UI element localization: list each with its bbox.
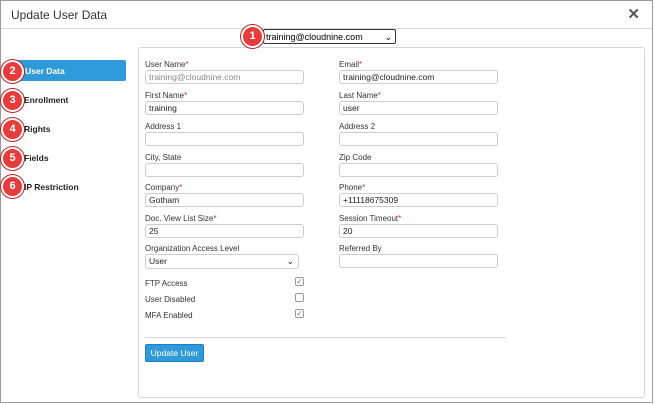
- session-timeout-label: Session Timeout*: [339, 214, 402, 223]
- ftp-access-label: FTP Access: [145, 279, 188, 288]
- user-disabled-checkbox[interactable]: [295, 293, 304, 302]
- close-icon[interactable]: ✕: [627, 5, 640, 23]
- step-marker-3: 3: [1, 89, 24, 112]
- city-state-field[interactable]: [145, 163, 304, 177]
- org-access-level-label: Organization Access Level: [145, 244, 240, 253]
- chevron-down-icon: ⌄: [286, 256, 294, 266]
- city-state-label: City, State: [145, 153, 182, 162]
- email-field[interactable]: training@cloudnine.com: [339, 70, 498, 84]
- dialog-titlebar: Update User Data ✕: [1, 1, 652, 29]
- first-name-label: First Name*: [145, 91, 188, 100]
- chevron-down-icon: ⌄: [384, 32, 392, 42]
- step-marker-6: 6: [1, 175, 24, 198]
- address1-field[interactable]: [145, 132, 304, 146]
- user-select-value: training@cloudnine.com: [266, 32, 363, 42]
- address1-label: Address 1: [145, 122, 182, 131]
- sidebar-item-label: User Data: [25, 66, 65, 76]
- sidebar-item-enrollment[interactable]: Enrollment: [24, 95, 68, 105]
- user-select[interactable]: training@cloudnine.com ⌄: [263, 29, 396, 44]
- ftp-access-checkbox[interactable]: ✓: [295, 277, 304, 286]
- address2-label: Address 2: [339, 122, 376, 131]
- user-name-label: User Name*: [145, 60, 189, 69]
- first-name-field[interactable]: training: [145, 101, 304, 115]
- company-field[interactable]: Gotham: [145, 193, 304, 207]
- sidebar-item-fields[interactable]: Fields: [24, 153, 49, 163]
- form-divider: [145, 337, 506, 338]
- last-name-label: Last Name*: [339, 91, 381, 100]
- doc-view-list-size-label: Doc. View List Size*: [145, 214, 217, 223]
- last-name-field[interactable]: user: [339, 101, 498, 115]
- referred-by-field[interactable]: [339, 254, 498, 268]
- zip-code-label: Zip Code: [339, 153, 372, 162]
- org-access-level-select[interactable]: User ⌄: [145, 254, 299, 269]
- referred-by-label: Referred By: [339, 244, 382, 253]
- user-disabled-label: User Disabled: [145, 295, 196, 304]
- step-marker-1: 1: [241, 25, 264, 48]
- phone-field[interactable]: +11118675309: [339, 193, 498, 207]
- doc-view-list-size-field[interactable]: 25: [145, 224, 304, 238]
- dialog-title: Update User Data: [11, 8, 108, 22]
- org-access-level-value: User: [149, 256, 167, 266]
- user-name-field[interactable]: training@cloudnine.com: [145, 70, 304, 84]
- step-marker-4: 4: [1, 118, 24, 141]
- address2-field[interactable]: [339, 132, 498, 146]
- step-marker-5: 5: [1, 147, 24, 170]
- sidebar-item-rights[interactable]: Rights: [24, 124, 50, 134]
- email-label: Email*: [339, 60, 363, 69]
- zip-code-field[interactable]: [339, 163, 498, 177]
- mfa-enabled-checkbox[interactable]: ✓: [295, 309, 304, 318]
- sidebar-item-user-data[interactable]: User Data: [14, 60, 126, 81]
- company-label: Company*: [145, 183, 183, 192]
- phone-label: Phone*: [339, 183, 366, 192]
- sidebar-item-ip-restriction[interactable]: IP Restriction: [24, 182, 79, 192]
- session-timeout-field[interactable]: 20: [339, 224, 498, 238]
- update-user-button[interactable]: Update User: [145, 344, 204, 362]
- step-marker-2: 2: [1, 60, 24, 83]
- mfa-enabled-label: MFA Enabled: [145, 311, 193, 320]
